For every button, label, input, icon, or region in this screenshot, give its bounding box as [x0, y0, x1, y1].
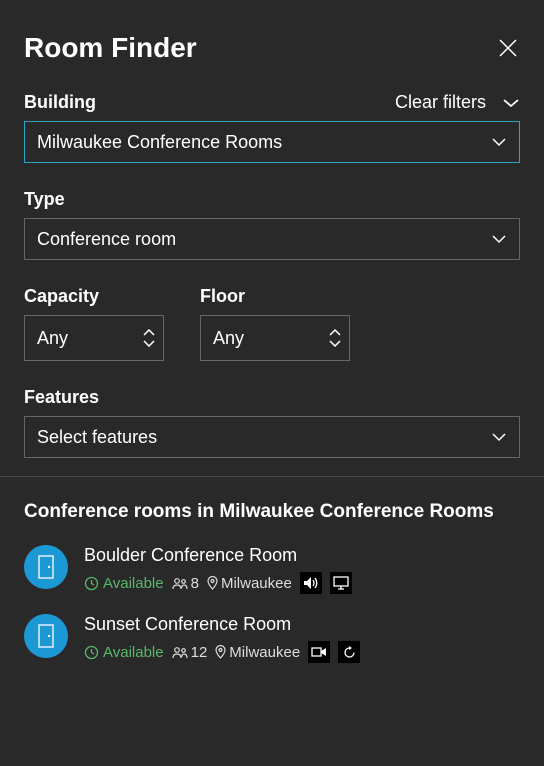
section-divider — [0, 476, 544, 477]
features-dropdown[interactable]: Select features — [24, 416, 520, 458]
building-label: Building — [24, 92, 96, 113]
page-title: Room Finder — [24, 32, 197, 64]
chevron-up-icon[interactable] — [329, 329, 341, 337]
people-icon — [172, 577, 188, 590]
location-info: Milwaukee — [207, 575, 292, 592]
clock-icon — [84, 645, 99, 660]
floor-stepper[interactable]: Any — [200, 315, 350, 361]
room-icon — [24, 614, 68, 658]
availability-status: Available — [84, 644, 164, 661]
type-value: Conference room — [37, 229, 176, 250]
people-icon — [172, 646, 188, 659]
door-icon — [38, 555, 54, 579]
chevron-down-icon — [491, 234, 507, 244]
results-heading: Conference rooms in Milwaukee Conference… — [24, 501, 520, 523]
room-item[interactable]: Sunset Conference Room Available 12 Milwauk… — [24, 614, 520, 663]
close-icon — [499, 39, 517, 57]
video-feature-icon — [308, 641, 330, 663]
audio-feature-icon — [300, 572, 322, 594]
availability-status: Available — [84, 575, 164, 592]
building-dropdown[interactable]: Milwaukee Conference Rooms — [24, 121, 520, 163]
floor-value: Any — [213, 328, 244, 349]
chevron-down-icon — [491, 432, 507, 442]
type-dropdown[interactable]: Conference room — [24, 218, 520, 260]
room-item[interactable]: Boulder Conference Room Available 8 Milwauk… — [24, 545, 520, 594]
chevron-down-icon[interactable] — [143, 339, 155, 347]
filters-chevron-icon[interactable] — [502, 97, 520, 109]
features-value: Select features — [37, 427, 157, 448]
display-feature-icon — [330, 572, 352, 594]
location-icon — [215, 645, 226, 659]
room-icon — [24, 545, 68, 589]
capacity-info: 8 — [172, 575, 199, 592]
capacity-stepper[interactable]: Any — [24, 315, 164, 361]
floor-label: Floor — [200, 286, 350, 307]
features-label: Features — [24, 387, 520, 408]
location-icon — [207, 576, 218, 590]
chevron-down-icon[interactable] — [329, 339, 341, 347]
capacity-value: Any — [37, 328, 68, 349]
close-button[interactable] — [496, 36, 520, 60]
type-label: Type — [24, 189, 520, 210]
capacity-label: Capacity — [24, 286, 164, 307]
room-name: Sunset Conference Room — [84, 614, 520, 635]
clear-filters-link[interactable]: Clear filters — [395, 92, 486, 113]
door-icon — [38, 624, 54, 648]
chevron-up-icon[interactable] — [143, 329, 155, 337]
building-value: Milwaukee Conference Rooms — [37, 132, 282, 153]
chevron-down-icon — [491, 137, 507, 147]
capacity-info: 12 — [172, 644, 208, 661]
room-name: Boulder Conference Room — [84, 545, 520, 566]
location-info: Milwaukee — [215, 644, 300, 661]
clock-icon — [84, 576, 99, 591]
refresh-feature-icon — [338, 641, 360, 663]
